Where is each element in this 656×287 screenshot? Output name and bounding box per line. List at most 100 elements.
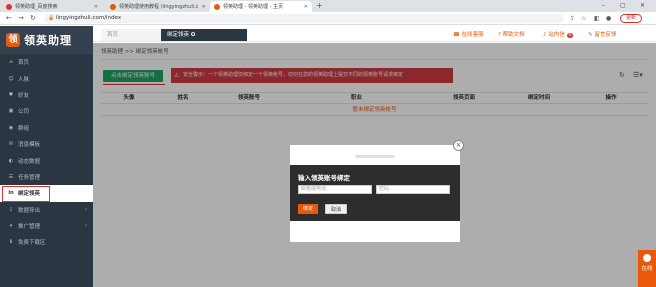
sidebar-item[interactable]: ◉ 群组	[0, 120, 93, 136]
top-bar: 首页 绑定领英 ✪ ☎ 在线客服 ? 帮助文档 ♪ 站内信 0 ✎ 留言反馈	[93, 26, 656, 42]
email-phone-input[interactable]: 邮箱或电话	[298, 185, 372, 194]
tab-label: 首页	[107, 32, 119, 38]
task-icon: ☰	[8, 173, 14, 180]
sidebar-item-label: 消息模板	[18, 142, 41, 149]
browser-tab-bar: 领英助理_百度搜索 ✕ 领英助理使用教程 (lingyingzhuli.c ✕ …	[0, 0, 656, 12]
sidebar-item-label: 人脉	[18, 76, 30, 83]
bookmark-star-icon[interactable]: ☆	[581, 14, 586, 23]
extension-icon[interactable]: ◧	[594, 14, 600, 23]
tab-label: 绑定领英 ✪	[167, 32, 196, 38]
message-icon: ✉	[8, 141, 14, 148]
inbox-link[interactable]: ♪ 站内信 0	[543, 29, 574, 42]
linkedin-icon: in	[8, 190, 14, 197]
browser-tab-title: 领英助理 - 领英助理 - 主页	[223, 4, 283, 10]
email-placeholder: 邮箱或电话	[301, 186, 327, 192]
browser-tab-home[interactable]: 领英助理 - 领英助理 - 主页 ✕	[210, 1, 312, 12]
sidebar-item-label: 动态数据	[18, 158, 41, 165]
online-service-label: 在线客服	[461, 32, 484, 38]
sidebar-item[interactable]: ▣ 公司	[0, 103, 93, 119]
headset-icon: ☎	[453, 32, 462, 38]
new-tab-icon[interactable]: +	[316, 1, 323, 11]
logo-text: 领英助理	[24, 34, 72, 47]
update-button[interactable]: 更新	[620, 14, 642, 23]
logo: 领 领英助理	[0, 26, 93, 54]
friend-icon: ♥	[8, 91, 14, 98]
sidebar-item[interactable]: ✦ 推广管理 ‹	[0, 218, 93, 234]
tab-home[interactable]: 首页	[101, 29, 161, 41]
group-icon: ◉	[8, 124, 14, 131]
sidebar-item-label: 群组	[18, 125, 30, 132]
chevron-left-icon: ‹	[85, 223, 87, 230]
share-icon[interactable]: ⇪	[570, 14, 575, 23]
password-placeholder: 密码	[379, 186, 390, 192]
sidebar-item-label: 推广管理	[18, 224, 41, 231]
back-icon[interactable]: ←	[6, 14, 12, 23]
password-input[interactable]: 密码	[376, 185, 450, 194]
inbox-count-badge: 0	[566, 33, 574, 38]
browser-tab-tutorial[interactable]: 领英助理使用教程 (lingyingzhuli.c ✕	[106, 1, 206, 12]
sidebar-item-label: 任务管理	[18, 174, 41, 181]
lock-icon[interactable]: 🔒	[48, 14, 54, 23]
browser-tab-title: 领英助理_百度搜索	[15, 4, 58, 10]
home-icon: ⌂	[9, 59, 13, 66]
chat-widget-label: 在线	[641, 266, 653, 272]
forward-icon[interactable]: →	[18, 14, 24, 23]
profile-icon[interactable]: ●	[606, 14, 611, 23]
modal-close-icon[interactable]: ×	[453, 140, 464, 151]
bind-account-modal: 输入领英账号绑定 邮箱或电话 密码 绑定 取消	[290, 145, 460, 242]
lingying-favicon-icon	[214, 3, 220, 10]
bind-confirm-button[interactable]: 绑定	[298, 204, 318, 214]
sidebar-item[interactable]: ♥ 好友	[0, 87, 93, 103]
sidebar-item-label: 数据导出	[18, 207, 41, 214]
modal-form: 输入领英账号绑定 邮箱或电话 密码 绑定 取消	[290, 165, 460, 221]
chevron-left-icon: ‹	[85, 206, 87, 213]
logo-mark-icon: 领	[6, 33, 20, 47]
sidebar-item[interactable]: ⌂ 首页	[0, 54, 93, 70]
feedback-label: 留言反馈	[594, 32, 617, 38]
online-service-link[interactable]: ☎ 在线客服	[453, 29, 484, 41]
sidebar-item[interactable]: in 绑定领英	[0, 185, 93, 203]
cancel-button[interactable]: 取消	[325, 204, 347, 214]
people-icon: ☺	[8, 75, 14, 82]
window-close-icon[interactable]: ✕	[640, 1, 645, 11]
browser-tab-title: 领英助理使用教程 (lingyingzhuli.c	[119, 4, 199, 10]
sidebar-item[interactable]: ⇩ 数据导出 ‹	[0, 202, 93, 218]
url-text: lingyingzhuli.com/index	[56, 15, 122, 21]
minimize-icon[interactable]: –	[602, 1, 605, 11]
sidebar-item[interactable]: ⬇ 免费下载区	[0, 234, 93, 250]
reload-icon[interactable]: ↻	[30, 14, 36, 23]
data-icon: ◐	[8, 157, 14, 164]
sidebar-item-label: 好友	[18, 92, 30, 99]
sidebar: 领 领英助理 ⌂ 首页 ☺ 人脉 ♥ 好友 ▣ 公司 ◉ 群组 ✉ 消息模板 ◐ 动态数据 ☰ 任务管理 in 绑…	[0, 26, 93, 287]
baidu-favicon-icon	[6, 3, 12, 10]
address-bar-row: ← → ↻ lingyingzhuli.com/index 🔒 ⇪ ☆ ◧ ● …	[0, 12, 656, 25]
sidebar-item-label: 公司	[18, 109, 30, 116]
tab-bind-linkedin[interactable]: 绑定领英 ✪	[161, 29, 247, 41]
help-docs-label: 帮助文档	[502, 32, 525, 38]
sidebar-item-label: 绑定领英	[18, 191, 41, 198]
help-docs-link[interactable]: ? 帮助文档	[498, 29, 525, 41]
lingying-favicon-icon	[110, 3, 116, 10]
modal-title: 输入领英账号绑定	[298, 174, 350, 182]
sidebar-item-label: 免费下载区	[18, 240, 46, 247]
sidebar-item[interactable]: ◐ 动态数据	[0, 152, 93, 168]
modal-drag-handle[interactable]	[355, 155, 395, 158]
sidebar-item[interactable]: ✉ 消息模板	[0, 136, 93, 152]
promo-icon: ✦	[8, 223, 14, 230]
close-icon[interactable]: ✕	[91, 4, 98, 10]
feedback-link[interactable]: ✎ 留言反馈	[588, 29, 616, 41]
export-icon: ⇩	[8, 206, 14, 213]
maximize-icon[interactable]: ▢	[620, 1, 626, 11]
browser-tab-baidu[interactable]: 领英助理_百度搜索 ✕	[2, 1, 102, 12]
sidebar-item-label: 首页	[18, 60, 30, 67]
url-input[interactable]: lingyingzhuli.com/index	[44, 14, 564, 23]
online-chat-widget[interactable]: 在线	[638, 250, 656, 287]
sidebar-item[interactable]: ☺ 人脉	[0, 70, 93, 86]
chat-icon	[643, 254, 651, 262]
close-icon[interactable]: ✕	[301, 4, 308, 10]
sidebar-item[interactable]: ☰ 任务管理	[0, 169, 93, 185]
download-icon: ⬇	[8, 239, 14, 246]
company-icon: ▣	[8, 108, 14, 115]
close-icon[interactable]: ✕	[198, 4, 205, 10]
inbox-label: 站内信	[548, 32, 565, 38]
